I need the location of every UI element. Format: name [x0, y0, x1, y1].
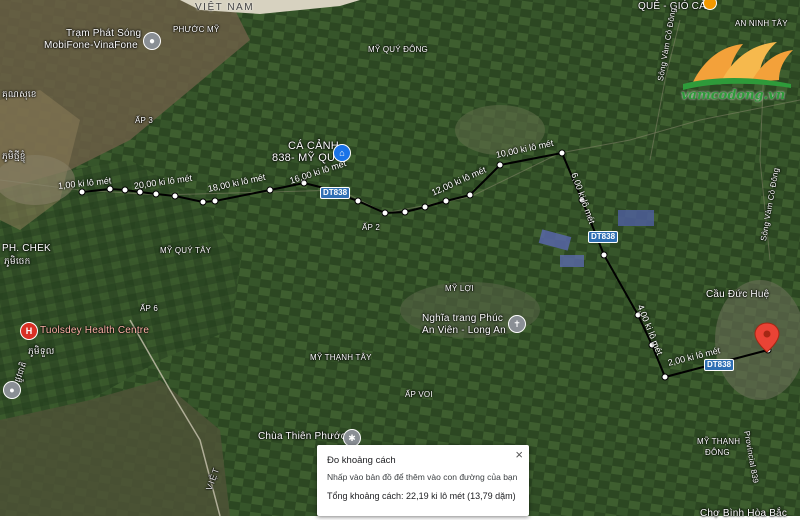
route-vertex[interactable] — [401, 208, 409, 216]
place-label: PH. CHEK — [2, 243, 51, 254]
route-vertex[interactable] — [106, 185, 114, 193]
place-label: An Viên - Long An — [422, 325, 506, 336]
route-vertex[interactable] — [354, 197, 362, 205]
route-vertex[interactable] — [466, 191, 474, 199]
cemetery-pin-icon[interactable]: ✝ — [508, 315, 526, 333]
place-label: MỸ THẠNH TÂY — [310, 353, 372, 362]
place-label: PHƯỚC MỸ — [173, 25, 220, 34]
place-label: MỸ LỢI — [445, 284, 474, 293]
place-label: MỸ QUÝ TÂY — [160, 246, 212, 255]
place-label: MobiFone-VinaFone — [44, 40, 138, 51]
place-label: AN NINH TÂY — [735, 19, 788, 28]
route-vertex[interactable] — [211, 197, 219, 205]
vamcodong-logo: vamcodong.vn — [673, 38, 797, 108]
logo-text: vamcodong.vn — [681, 88, 786, 103]
place-label: ẤP VOI — [405, 390, 433, 399]
route-vertex[interactable] — [266, 186, 274, 194]
road-shield-dt838: DT838 — [588, 231, 619, 243]
route-vertex[interactable] — [558, 149, 566, 157]
place-label: MỸ QUÝ ĐÔNG — [368, 45, 428, 54]
shop-pin-icon[interactable]: ⌂ — [333, 144, 351, 162]
place-label: Tuolsdey Health Centre — [40, 325, 150, 336]
measure-distance-panel: Đo khoảng cách × Nhấp vào bản đồ để thêm… — [317, 445, 529, 516]
place-label: Chợ Bình Hòa Bắc — [700, 508, 788, 519]
place-label: ĐÔNG — [705, 448, 730, 457]
road-shield-dt838: DT838 — [704, 359, 735, 371]
route-vertex[interactable] — [421, 203, 429, 211]
route-vertex[interactable] — [121, 186, 129, 194]
info-pin-icon[interactable]: ● — [3, 381, 21, 399]
place-label: ẤP 2 — [362, 223, 380, 232]
place-label: Cầu Đức Huệ — [706, 289, 770, 300]
place-label: Trạm Phát Sóng — [66, 28, 142, 39]
close-icon[interactable]: × — [515, 447, 523, 462]
place-label: ភូមិទួល — [28, 346, 55, 356]
place-label: CÁ CẢNH — [288, 140, 339, 152]
place-label: ភូមិចេក — [4, 256, 31, 266]
place-label: គុណសុខេ — [2, 89, 37, 99]
cell-tower-icon[interactable]: ● — [143, 32, 161, 50]
route-vertex[interactable] — [442, 197, 450, 205]
place-label: ẤP 6 — [140, 304, 158, 313]
panel-hint: Nhấp vào bản đồ để thêm vào con đường củ… — [327, 472, 518, 482]
route-vertex[interactable] — [199, 198, 207, 206]
hospital-pin-icon[interactable]: H — [20, 322, 38, 340]
total-distance: Tổng khoảng cách: 22,19 ki lô mét (13,79… — [327, 491, 516, 501]
route-vertex[interactable] — [496, 161, 504, 169]
route-vertex[interactable] — [78, 188, 86, 196]
place-label: Nghĩa trang Phúc — [422, 313, 504, 324]
route-vertex[interactable] — [661, 373, 669, 381]
road-shield-dt838: DT838 — [320, 187, 351, 199]
place-label: Chùa Thiên Phước — [258, 431, 346, 442]
place-label: ភូមិថ្មីខ្ញុំ — [2, 151, 26, 161]
route-vertex[interactable] — [152, 190, 160, 198]
route-vertex[interactable] — [600, 251, 608, 259]
route-vertex[interactable] — [381, 209, 389, 217]
place-label: ẤP 3 — [135, 116, 153, 125]
panel-title: Đo khoảng cách — [327, 455, 396, 466]
route-vertex[interactable] — [171, 192, 179, 200]
place-label: VIỆT NAM — [195, 2, 255, 13]
